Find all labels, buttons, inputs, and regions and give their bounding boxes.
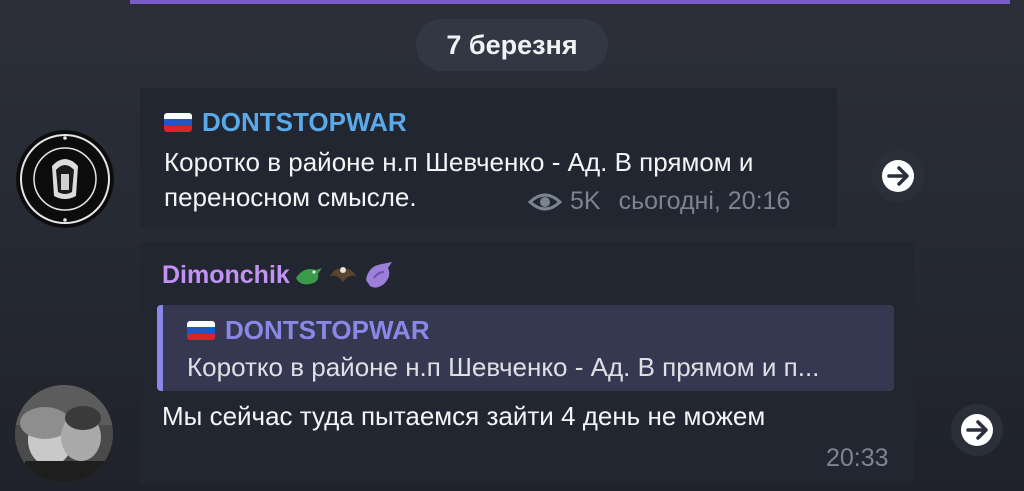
reply-channel-header: DONTSTOPWAR [187,315,430,346]
post-text-line-1: Коротко в районе н.п Шевченко - Ад. В пр… [164,147,754,177]
date-label: 7 березня [446,29,578,60]
reply-accent-bar [157,305,163,391]
author-header[interactable]: Dimonchik [162,258,400,292]
eagle-emoji-icon [329,267,356,282]
share-arrow-icon [882,160,914,192]
post-meta: 5K сьогодні, 20:16 [528,187,790,216]
russia-flag-icon [187,321,215,340]
post-time: сьогодні, 20:16 [618,187,791,215]
user-photo [15,385,113,483]
reply-text: Коротко в районе н.п Шевченко - Ад. В пр… [187,352,820,382]
post-channel-header[interactable]: DONTSTOPWAR [164,107,407,138]
message-time: 20:33 [826,444,889,472]
top-accent-bar [130,0,1010,4]
russia-flag-icon [164,113,192,132]
post-channel-name[interactable]: DONTSTOPWAR [202,107,407,138]
dontstopwar-logo-icon [17,131,113,227]
view-count: 5K [570,187,601,215]
author-name[interactable]: Dimonchik [162,261,290,290]
date-separator: 7 березня [416,19,608,71]
purple-eagle-emoji-icon [365,262,392,288]
share-arrow-icon [961,414,993,446]
forward-button[interactable] [872,150,924,202]
channel-post-bubble[interactable]: DONTSTOPWAR Коротко в районе н.п Шевченк… [140,88,837,228]
forward-button[interactable] [951,404,1003,456]
eye-icon [528,193,562,210]
reply-channel-name: DONTSTOPWAR [225,315,430,345]
user-avatar[interactable] [15,385,113,483]
channel-avatar[interactable] [16,130,114,228]
reply-quote[interactable]: DONTSTOPWAR Коротко в районе н.п Шевченк… [157,305,894,391]
message-text: Мы сейчас туда пытаемся зайти 4 день не … [162,401,766,431]
emoji-status [294,258,400,292]
crocodile-emoji-icon [295,268,322,285]
